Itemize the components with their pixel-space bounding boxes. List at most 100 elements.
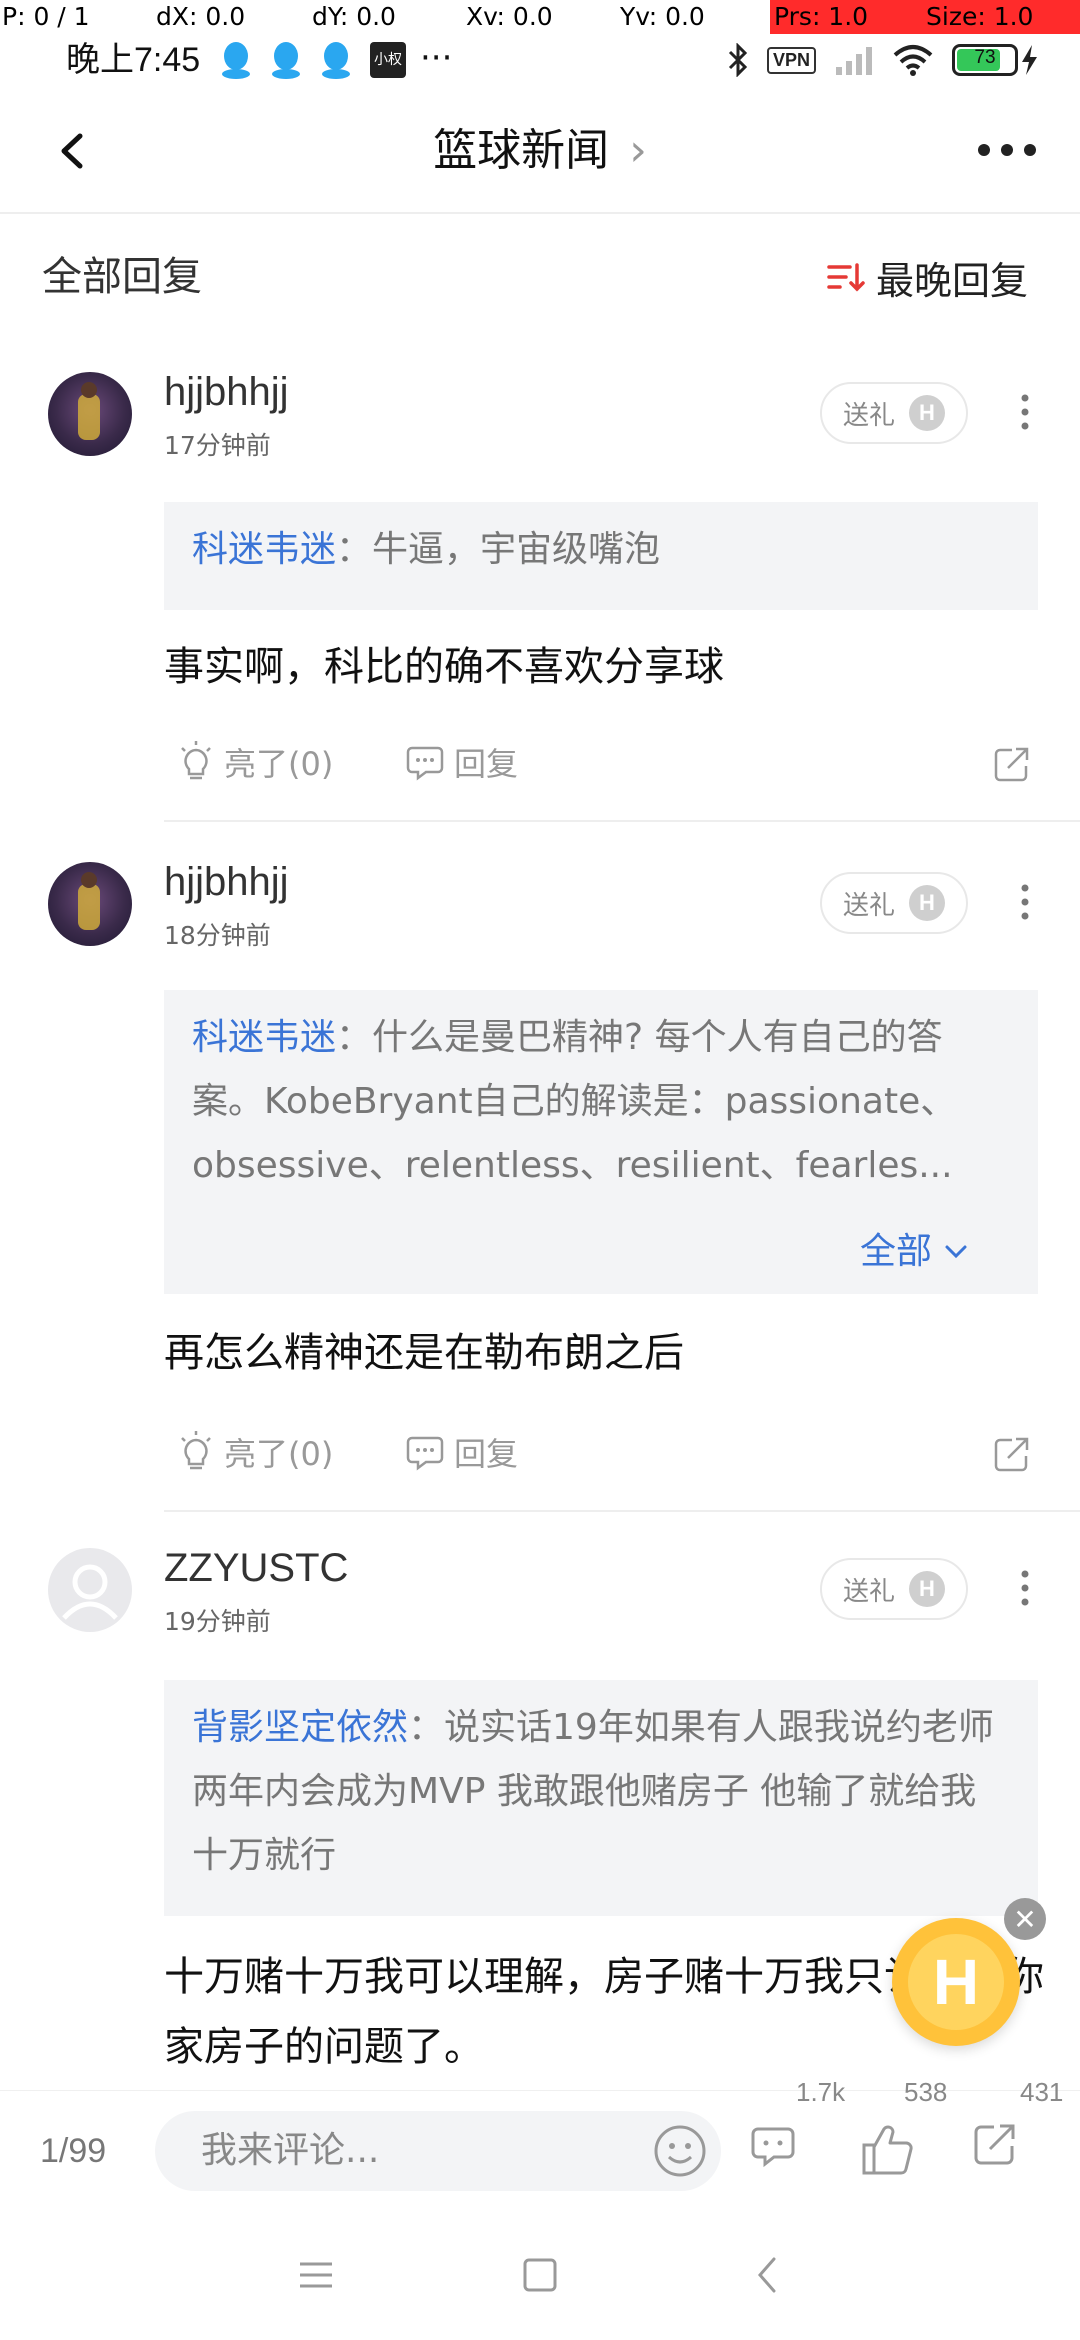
thumbs-up-icon	[862, 2125, 913, 2175]
username[interactable]: ZZYUSTC	[164, 1546, 348, 1591]
reply-icon	[406, 1436, 444, 1471]
debug-xv: Xv: 0.0	[466, 2, 553, 31]
reply-button[interactable]: 回复	[404, 1422, 518, 1482]
all-replies-title: 全部回复	[42, 254, 202, 300]
menu-icon[interactable]	[296, 2255, 336, 2295]
comment-bubble-icon	[751, 2127, 795, 2168]
navigation-bar: 篮球新闻 ›	[0, 90, 1080, 214]
close-icon[interactable]: ✕	[1004, 1898, 1046, 1940]
comment-time: 18分钟前	[164, 921, 271, 950]
gift-button[interactable]: 送礼 H	[820, 1558, 968, 1620]
debug-overlay: P: 0 / 1 dX: 0.0 dY: 0.0 Xv: 0.0 Yv: 0.0…	[0, 0, 1080, 34]
share-icon[interactable]	[992, 1434, 1032, 1474]
like-button[interactable]: 亮了(0)	[176, 732, 333, 792]
quoted-comment[interactable]: 科迷韦迷：什么是曼巴精神? 每个人有自己的答案。KobeBryant自己的解读是…	[164, 990, 1038, 1294]
system-back-icon[interactable]	[748, 2255, 788, 2295]
comment-text: 再怎么精神还是在勒布朗之后	[164, 1330, 684, 1376]
share-icon	[974, 2124, 1015, 2165]
like-count: 538	[904, 2077, 948, 2107]
status-icons: VPN 73	[727, 38, 1040, 82]
sort-label: 最晚回复	[875, 258, 1028, 303]
username[interactable]: hjjbhhjj	[164, 860, 289, 905]
comment-time: 19分钟前	[164, 1607, 271, 1636]
like-button[interactable]: 亮了(0)	[176, 1422, 333, 1482]
bottom-comment-bar: 1/99 我来评论... 1.7k 538 431	[0, 2077, 1080, 2211]
share-post-button[interactable]: 431	[972, 2077, 1063, 2181]
quoted-text: ：牛逼，宇宙级嘴泡	[336, 529, 661, 570]
chevron-down-icon	[945, 1245, 967, 1259]
quoted-username[interactable]: 科迷韦迷	[192, 1017, 336, 1058]
debug-size: Size: 1.0	[926, 2, 1034, 31]
status-bar: 晚上7:45 小权 ··· VPN 73	[0, 30, 1080, 90]
vpn-icon: VPN	[766, 46, 816, 74]
charging-icon	[1022, 45, 1037, 75]
quoted-comment[interactable]: 科迷韦迷：牛逼，宇宙级嘴泡	[164, 502, 1038, 610]
lightbulb-icon	[181, 741, 211, 780]
avatar[interactable]	[48, 372, 132, 456]
gift-coin-icon: H	[909, 885, 945, 921]
like-label: 亮了(0)	[224, 745, 334, 783]
page-title-text: 篮球新闻	[433, 125, 610, 176]
quoted-username[interactable]: 背影坚定依然	[192, 1707, 408, 1748]
quoted-username[interactable]: 科迷韦迷	[192, 529, 336, 570]
expand-button[interactable]: 全部	[860, 1220, 968, 1284]
gift-button[interactable]: 送礼 H	[820, 872, 968, 934]
reply-label: 回复	[454, 1435, 519, 1473]
like-post-button[interactable]: 538	[858, 2077, 947, 2181]
expand-label: 全部	[859, 1231, 932, 1272]
more-options-icon[interactable]	[974, 130, 1040, 170]
quoted-comment[interactable]: 背影坚定依然：说实话19年如果有人跟我说约老师两年内会成为MVP 我敢跟他赌房子…	[164, 1680, 1038, 1916]
avatar[interactable]	[48, 862, 132, 946]
comment-input[interactable]: 我来评论...	[155, 2111, 721, 2191]
app-badge-icon: 小权	[370, 42, 406, 78]
debug-prs: Prs: 1.0	[774, 2, 869, 31]
comment-item: hjjbhhjj 18分钟前 送礼 H 科迷韦迷：什么是曼巴精神? 每个人有自己…	[0, 822, 1080, 1512]
page-title[interactable]: 篮球新闻 ›	[0, 90, 1080, 212]
avatar[interactable]	[48, 1548, 132, 1632]
home-icon[interactable]	[520, 2255, 560, 2295]
bluetooth-icon	[728, 43, 748, 77]
comments-button[interactable]: 1.7k	[748, 2077, 845, 2181]
like-label: 亮了(0)	[224, 1435, 334, 1473]
gift-label: 送礼	[842, 400, 895, 431]
comment-text: 事实啊，科比的确不喜欢分享球	[164, 644, 724, 690]
debug-dy: dY: 0.0	[312, 2, 396, 31]
gift-label: 送礼	[842, 890, 895, 921]
comment-more-icon[interactable]	[1010, 1568, 1040, 1608]
debug-pointer: P: 0 / 1	[2, 2, 90, 31]
qq-icon	[222, 42, 250, 79]
comment-item: hjjbhhjj 17分钟前 送礼 H 科迷韦迷：牛逼，宇宙级嘴泡 事实啊，科比…	[0, 342, 1080, 822]
title-chevron-icon: ›	[629, 125, 647, 176]
debug-yv: Yv: 0.0	[620, 2, 705, 31]
battery-level: 73	[974, 47, 996, 68]
qq-icon	[272, 42, 300, 79]
coin-icon: H	[908, 1934, 1004, 2030]
comment-count: 1.7k	[796, 2077, 846, 2107]
comment-time: 17分钟前	[164, 431, 271, 460]
sort-button[interactable]: 最晚回复	[826, 252, 1028, 303]
share-count: 431	[1020, 2077, 1064, 2107]
floating-coin-button[interactable]: H	[892, 1918, 1020, 2046]
gift-button[interactable]: 送礼 H	[820, 382, 968, 444]
gift-coin-icon: H	[909, 1571, 945, 1607]
debug-dx: dX: 0.0	[156, 2, 246, 31]
username[interactable]: hjjbhhjj	[164, 370, 289, 415]
reply-button[interactable]: 回复	[404, 732, 518, 792]
share-icon[interactable]	[992, 744, 1032, 784]
replies-header: 全部回复 最晚回复	[0, 212, 1080, 342]
system-navigation-bar	[0, 2210, 1080, 2340]
signal-icon	[836, 47, 872, 75]
gift-label: 送礼	[842, 1576, 895, 1607]
comment-more-icon[interactable]	[1010, 392, 1040, 432]
reply-icon	[406, 746, 444, 781]
reply-label: 回复	[454, 745, 519, 783]
wifi-icon	[893, 45, 933, 76]
emoji-icon[interactable]	[652, 2123, 708, 2179]
sort-icon	[827, 263, 865, 292]
comment-more-icon[interactable]	[1010, 882, 1040, 922]
comment-actions: 亮了(0) 回复	[164, 1422, 1044, 1482]
lightbulb-icon	[181, 1431, 211, 1470]
default-avatar-icon	[62, 1564, 118, 1620]
comment-actions: 亮了(0) 回复	[164, 732, 1044, 792]
status-time: 晚上7:45	[66, 41, 201, 79]
